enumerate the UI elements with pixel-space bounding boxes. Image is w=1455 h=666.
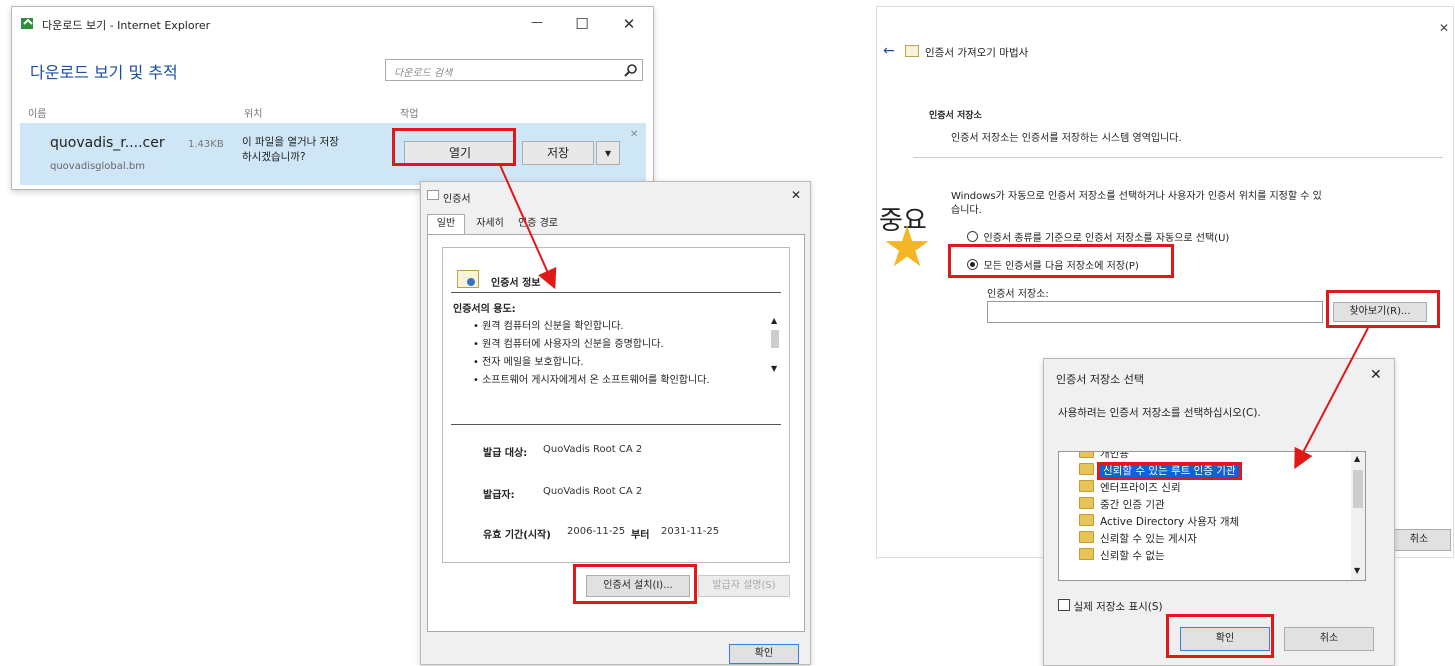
- arrow-open-to-cert: [499, 164, 557, 290]
- annotation-arrows: [499, 164, 1369, 470]
- arrow-browse-to-picker: [1294, 327, 1369, 470]
